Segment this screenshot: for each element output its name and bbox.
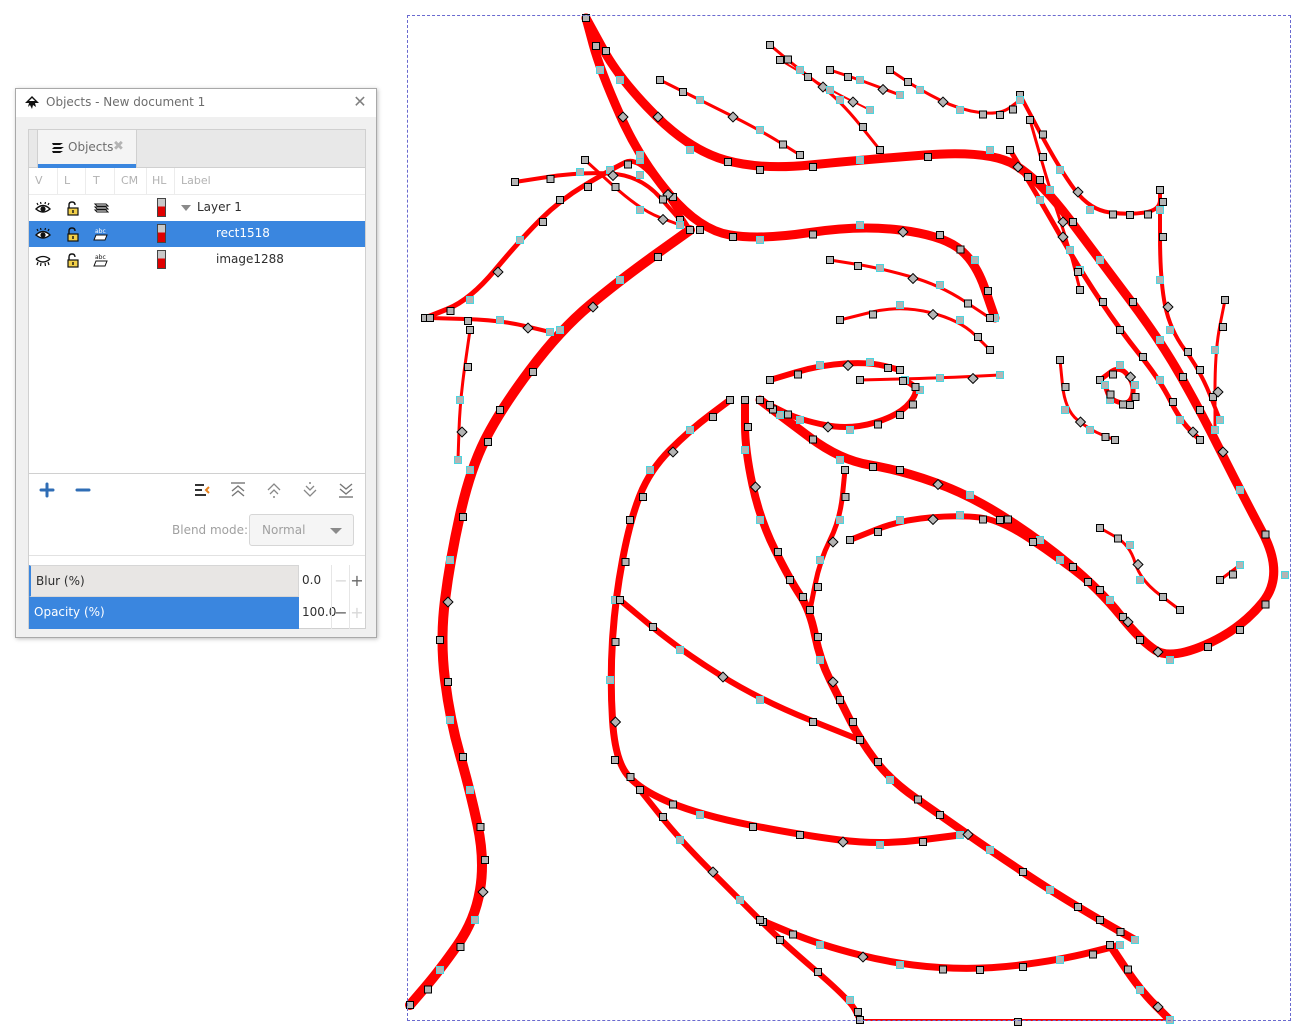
tree-row-rect1518[interactable]: abc rect1518: [29, 221, 365, 247]
tree-row-image1288[interactable]: abc image1288: [29, 247, 365, 273]
blur-increment-button[interactable]: +: [349, 571, 365, 591]
blend-mode-value: Normal: [262, 523, 306, 537]
tree-header: V L T CM HL Label: [29, 168, 365, 195]
tab-strip: Objects ✖: [29, 130, 365, 168]
eye-open-icon[interactable]: [35, 226, 51, 242]
objects-toolbar: [29, 475, 365, 505]
eye-open-icon[interactable]: [35, 200, 51, 216]
divider: [29, 555, 365, 556]
row-label[interactable]: image1288: [216, 252, 284, 266]
opacity-increment-button[interactable]: +: [349, 603, 365, 623]
lower-to-bottom-icon[interactable]: [336, 480, 356, 500]
tab-objects-label: Objects: [68, 140, 114, 154]
expander-triangle-icon[interactable]: [181, 205, 191, 211]
remove-icon[interactable]: [73, 480, 93, 500]
column-label[interactable]: Label: [181, 174, 211, 187]
objects-icon: [52, 143, 64, 153]
layer-type-icon: [93, 203, 109, 213]
dialog-title: Objects - New document 1: [46, 95, 206, 109]
svg-text:abc: abc: [95, 228, 106, 235]
dialog-notebook: Objects ✖ V L T CM HL Label Layer 1 abc …: [28, 129, 366, 629]
column-highlight[interactable]: HL: [152, 174, 166, 187]
dialog-titlebar[interactable]: Objects - New document 1 ✕: [16, 89, 376, 117]
eye-closed-icon[interactable]: [35, 252, 51, 268]
highlight-color-swatch[interactable]: [157, 224, 166, 243]
tab-objects[interactable]: Objects ✖: [37, 130, 137, 168]
column-type[interactable]: T: [93, 174, 100, 187]
lock-open-icon[interactable]: [65, 252, 81, 268]
chevron-down-icon: [330, 528, 342, 534]
tab-close-icon[interactable]: ✖: [113, 139, 124, 154]
opacity-label: Opacity (%): [34, 605, 105, 619]
blur-value[interactable]: 0.0: [302, 573, 321, 587]
row-label[interactable]: Layer 1: [197, 200, 242, 214]
raise-icon[interactable]: [264, 480, 284, 500]
objects-dialog: Objects - New document 1 ✕ Objects ✖ V L: [15, 88, 377, 638]
lock-open-icon[interactable]: [65, 200, 81, 216]
move-to-layer-icon[interactable]: [192, 480, 212, 500]
raise-to-top-icon[interactable]: [228, 480, 248, 500]
page-border: [407, 15, 1291, 1021]
row-label[interactable]: rect1518: [216, 226, 270, 240]
object-type-icon: abc: [93, 228, 108, 241]
tree-row-layer-1[interactable]: Layer 1: [29, 195, 365, 221]
svg-text:abc: abc: [95, 254, 106, 261]
add-icon[interactable]: [37, 480, 57, 500]
blend-mode-select[interactable]: Normal: [249, 514, 354, 546]
lower-icon[interactable]: [300, 480, 320, 500]
column-visible[interactable]: V: [35, 174, 43, 187]
opacity-slider[interactable]: Opacity (%): [29, 597, 299, 629]
blur-slider[interactable]: Blur (%): [29, 565, 299, 597]
highlight-color-swatch[interactable]: [157, 250, 166, 269]
highlight-color-swatch[interactable]: [157, 198, 166, 217]
objects-tree[interactable]: V L T CM HL Label Layer 1 abc rect1518 a…: [29, 168, 365, 474]
column-locked[interactable]: L: [64, 174, 70, 187]
blur-label: Blur (%): [36, 574, 85, 588]
object-type-icon: abc: [93, 254, 108, 267]
close-icon[interactable]: ✕: [352, 93, 368, 111]
column-clipmask[interactable]: CM: [121, 174, 138, 187]
blur-decrement-button[interactable]: −: [333, 571, 349, 591]
blend-mode-label: Blend mode:: [172, 523, 249, 537]
inkscape-logo-icon: [25, 96, 39, 109]
lock-open-icon[interactable]: [65, 226, 81, 242]
opacity-decrement-button[interactable]: −: [333, 603, 349, 623]
